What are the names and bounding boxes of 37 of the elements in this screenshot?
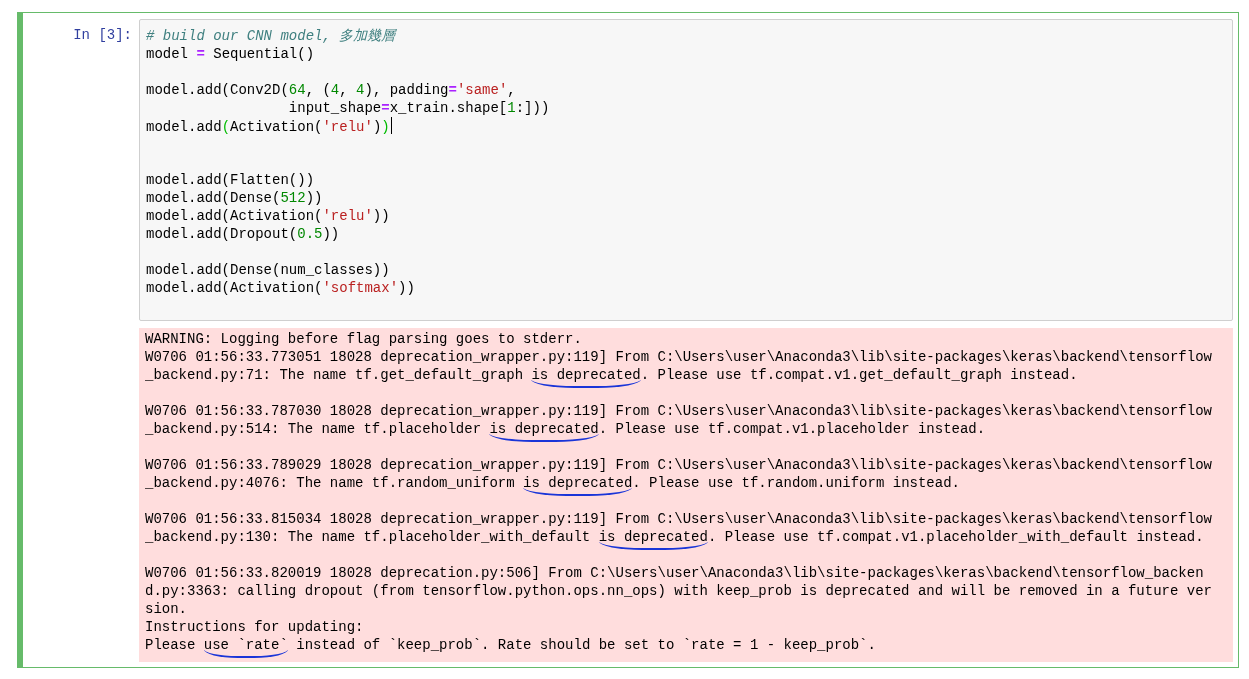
code-line: model.add(Dense(num_classes)) <box>146 261 391 279</box>
code-line: model.add(Activation('relu')) <box>146 117 1226 135</box>
underlined-text: use `rate` <box>203 636 288 658</box>
code-line: model.add(Activation('softmax')) <box>146 279 416 297</box>
underlined-text: is deprecated <box>531 366 641 388</box>
output-text: W0706 01:56:33.789029 18028 deprecation_wrapper.py:119] From C:\Users\user\Anaconda3\lib\site-packages\keras\backend\tensorflow <box>145 456 1212 474</box>
output-text: . Please use tf.random.uniform instead. <box>632 474 960 492</box>
code-line: input_shape=x_train.shape[1:])) <box>287 99 551 117</box>
output-text: . Please use tf.compat.v1.placeholder instead. <box>598 420 986 438</box>
output-text: WARNING: Logging before flag parsing goes to stderr. <box>145 330 582 348</box>
code-line: model = Sequential() <box>146 45 316 63</box>
output-text: . Please use tf.compat.v1.get_default_graph instead. <box>640 366 1078 384</box>
underlined-text: is deprecated <box>523 474 633 496</box>
output-text: Instructions for updating: <box>145 618 364 636</box>
notebook-cell[interactable] <box>17 12 1239 668</box>
output-text: d.py:3363: calling dropout (from tensorflow.python.ops.nn_ops) with keep_prob is deprecated and will be removed in a future ver <box>145 582 1212 600</box>
output-text: W0706 01:56:33.820019 18028 deprecation.py:506] From C:\Users\user\Anaconda3\lib\site-packages\keras\backend\tensorflow_backen <box>145 564 1204 582</box>
input-prompt: In [3]: <box>72 26 133 45</box>
code-line: model.add(Dense(512)) <box>146 189 324 207</box>
output-text: W0706 01:56:33.787030 18028 deprecation_wrapper.py:119] From C:\Users\user\Anaconda3\lib\site-packages\keras\backend\tensorflow <box>145 402 1212 420</box>
output-text: W0706 01:56:33.773051 18028 deprecation_wrapper.py:119] From C:\Users\user\Anaconda3\lib\site-packages\keras\backend\tensorflow <box>145 348 1212 366</box>
output-text: Please <box>145 636 197 654</box>
code-line: model.add(Conv2D(64, (4, 4), padding='same', <box>146 81 517 99</box>
underlined-text: is deprecated <box>489 420 599 442</box>
output-text: instead of `keep_prob`. Rate should be set to `rate = 1 - keep_prob`. <box>295 636 876 654</box>
code-line: # build our CNN model, 多加幾層 <box>146 27 398 45</box>
code-line: model.add(Activation('relu')) <box>146 207 391 225</box>
output-text: _backend.py:4076: The name tf.random_uniform <box>145 474 516 492</box>
output-text: _backend.py:71: The name tf.get_default_graph <box>145 366 525 384</box>
output-text: . Please use tf.compat.v1.placeholder_with_default instead. <box>707 528 1204 546</box>
output-text: W0706 01:56:33.815034 18028 deprecation_wrapper.py:119] From C:\Users\user\Anaconda3\lib\site-packages\keras\backend\tensorflow <box>145 510 1212 528</box>
code-line: model.add(Flatten()) <box>146 171 316 189</box>
code-line: model.add(Dropout(0.5)) <box>146 225 341 243</box>
output-text: _backend.py:514: The name tf.placeholder <box>145 420 483 438</box>
output-text: _backend.py:130: The name tf.placeholder_with_default <box>145 528 592 546</box>
underlined-text: is deprecated <box>598 528 708 550</box>
output-text: sion. <box>145 600 187 618</box>
